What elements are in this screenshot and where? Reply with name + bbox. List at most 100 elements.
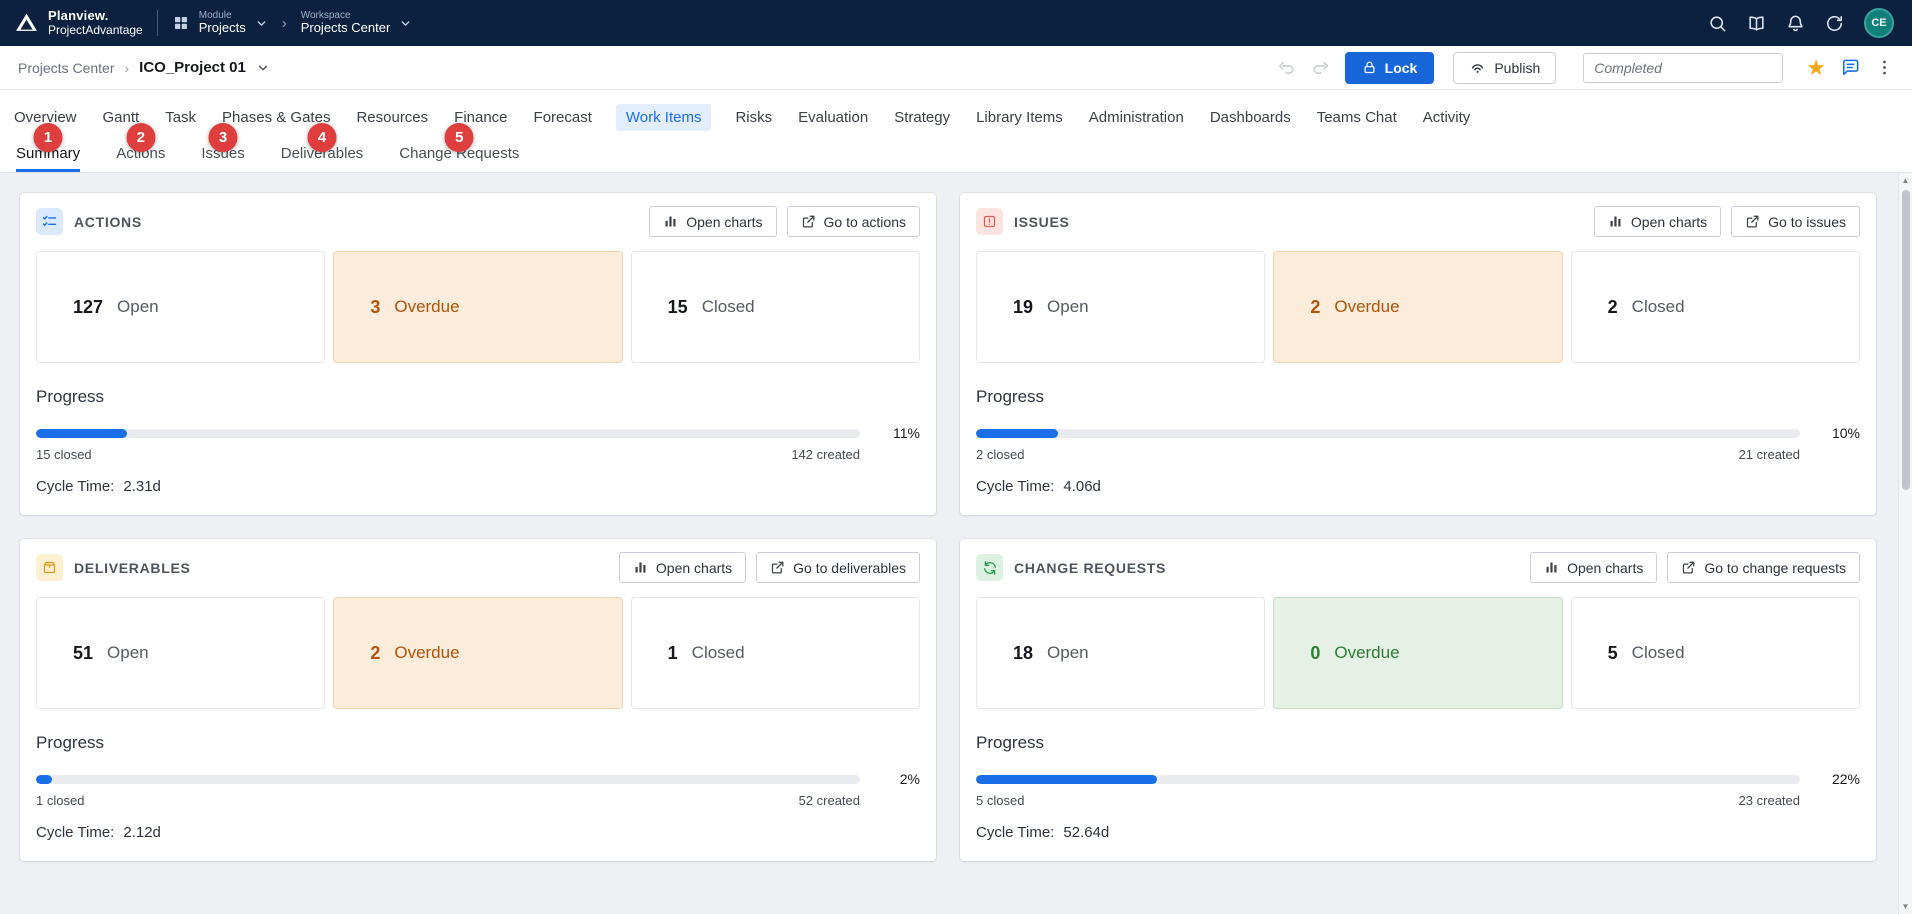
lock-button[interactable]: Lock [1345,52,1435,84]
brand-line1: Planview. [48,9,143,24]
tab-strategy[interactable]: Strategy [892,104,952,131]
stat-label: Closed [1632,643,1685,663]
issues-closed-stat: 2 Closed [1571,251,1860,363]
actions-checklist-icon [36,208,63,235]
vertical-scrollbar[interactable]: ▲ ▼ [1898,173,1912,914]
card-deliverables-title: DELIVERABLES [74,560,191,576]
notifications-bell-icon[interactable] [1786,14,1805,33]
stat-label: Closed [1632,297,1685,317]
card-actions-buttons: Open charts Go to actions [649,206,920,237]
progress-meta: 15 closed 142 created [36,447,860,462]
card-deliverables-progress: Progress 2% 1 closed 52 created Cycle Ti… [20,733,936,841]
stat-value: 19 [1013,297,1033,318]
module-grid-icon [172,14,190,32]
cycle-time-value: 52.64d [1063,824,1109,841]
external-link-icon [770,560,785,575]
change-requests-open-charts-button[interactable]: Open charts [1530,552,1657,583]
go-to-issues-label: Go to issues [1768,214,1846,230]
actions-overdue-stat: 3 Overdue [333,251,622,363]
scrollbar-thumb[interactable] [1902,190,1910,490]
bar-chart-icon [633,560,648,575]
scroll-down-arrow-icon[interactable]: ▼ [1899,899,1912,914]
tab-evaluation[interactable]: Evaluation [796,104,870,131]
tab-forecast[interactable]: Forecast [532,104,594,131]
stat-label: Closed [692,643,745,663]
progress-fill [36,775,52,784]
redo-icon[interactable] [1311,58,1330,77]
refresh-icon[interactable] [1825,14,1844,33]
subtab-issues[interactable]: Issues 3 [201,145,244,172]
card-deliverables: DELIVERABLES Open charts Go to deliverab… [20,539,936,861]
card-change-requests-header: CHANGE REQUESTS Open charts Go to change… [960,539,1876,593]
tab-library-items[interactable]: Library Items [974,104,1065,131]
deliverables-open-charts-button[interactable]: Open charts [619,552,746,583]
card-actions-progress: Progress 11% 15 closed 142 created Cycle… [20,387,936,495]
breadcrumb-root[interactable]: Projects Center [18,60,114,76]
subtab-actions[interactable]: Actions 2 [116,145,165,172]
scroll-up-arrow-icon[interactable]: ▲ [1899,173,1912,188]
tab-resources[interactable]: Resources [354,104,430,131]
annotation-badge-3: 3 [209,123,238,152]
subtab-summary[interactable]: Summary 1 [16,145,80,172]
stat-value: 2 [1310,297,1320,318]
cycle-time-label: Cycle Time: [36,478,114,495]
created-count-label: 52 created [799,793,860,808]
module-labels: Module Projects [199,10,246,36]
issues-open-stat: 19 Open [976,251,1265,363]
go-to-deliverables-button[interactable]: Go to deliverables [756,552,920,583]
deliverables-closed-stat: 1 Closed [631,597,920,709]
search-icon[interactable] [1708,14,1727,33]
card-issues-title: ISSUES [1014,214,1070,230]
closed-count-label: 5 closed [976,793,1024,808]
user-avatar[interactable]: CE [1864,8,1894,38]
go-to-actions-button[interactable]: Go to actions [787,206,921,237]
progress-meta: 2 closed 21 created [976,447,1800,462]
card-deliverables-header: DELIVERABLES Open charts Go to deliverab… [20,539,936,593]
more-options-kebab-icon[interactable] [1875,58,1894,77]
stat-label: Closed [702,297,755,317]
annotation-badge-5: 5 [445,123,474,152]
publish-broadcast-icon [1469,59,1486,76]
tab-dashboards[interactable]: Dashboards [1208,104,1293,131]
cycle-time-value: 2.31d [123,478,161,495]
subtab-change-requests[interactable]: Change Requests 5 [399,145,519,172]
planview-logo-icon [14,10,39,35]
module-picker[interactable]: Module Projects [172,10,268,36]
card-change-requests-buttons: Open charts Go to change requests [1530,552,1860,583]
library-book-icon[interactable] [1747,14,1766,33]
tab-teams-chat[interactable]: Teams Chat [1315,104,1399,131]
brand-line2: ProjectAdvantage [48,24,143,38]
tab-risks[interactable]: Risks [733,104,774,131]
card-actions-title: ACTIONS [74,214,142,230]
actions-open-charts-label: Open charts [686,214,762,230]
cycle-time-label: Cycle Time: [976,824,1054,841]
undo-icon[interactable] [1277,58,1296,77]
go-to-change-requests-button[interactable]: Go to change requests [1667,552,1860,583]
actions-open-charts-button[interactable]: Open charts [649,206,776,237]
stat-value: 15 [668,297,688,318]
card-issues-stats: 19 Open 2 Overdue 2 Closed [960,247,1876,363]
project-dropdown-chevron-icon[interactable] [256,61,270,75]
workspace-value: Projects Center [301,21,391,36]
issues-open-charts-label: Open charts [1631,214,1707,230]
card-change-requests: CHANGE REQUESTS Open charts Go to change… [960,539,1876,861]
favorite-star-icon[interactable]: ★ [1806,57,1826,79]
publish-button[interactable]: Publish [1453,52,1556,84]
tab-activity[interactable]: Activity [1421,104,1473,131]
progress-title: Progress [36,387,920,407]
tab-task[interactable]: Task [163,104,198,131]
progress-percent: 11% [874,425,920,441]
external-link-icon [1681,560,1696,575]
workspace-labels: Workspace Projects Center [301,10,391,36]
tab-administration[interactable]: Administration [1087,104,1186,131]
subtab-deliverables[interactable]: Deliverables 4 [281,145,364,172]
chat-icon[interactable] [1841,58,1860,77]
breadcrumb-separator: › [124,60,129,76]
tab-work-items[interactable]: Work Items [616,104,712,131]
workspace-picker[interactable]: Workspace Projects Center [301,10,413,36]
annotation-badge-4: 4 [308,123,337,152]
status-input[interactable] [1583,53,1783,83]
issues-open-charts-button[interactable]: Open charts [1594,206,1721,237]
go-to-issues-button[interactable]: Go to issues [1731,206,1860,237]
stat-label: Overdue [1334,643,1399,663]
